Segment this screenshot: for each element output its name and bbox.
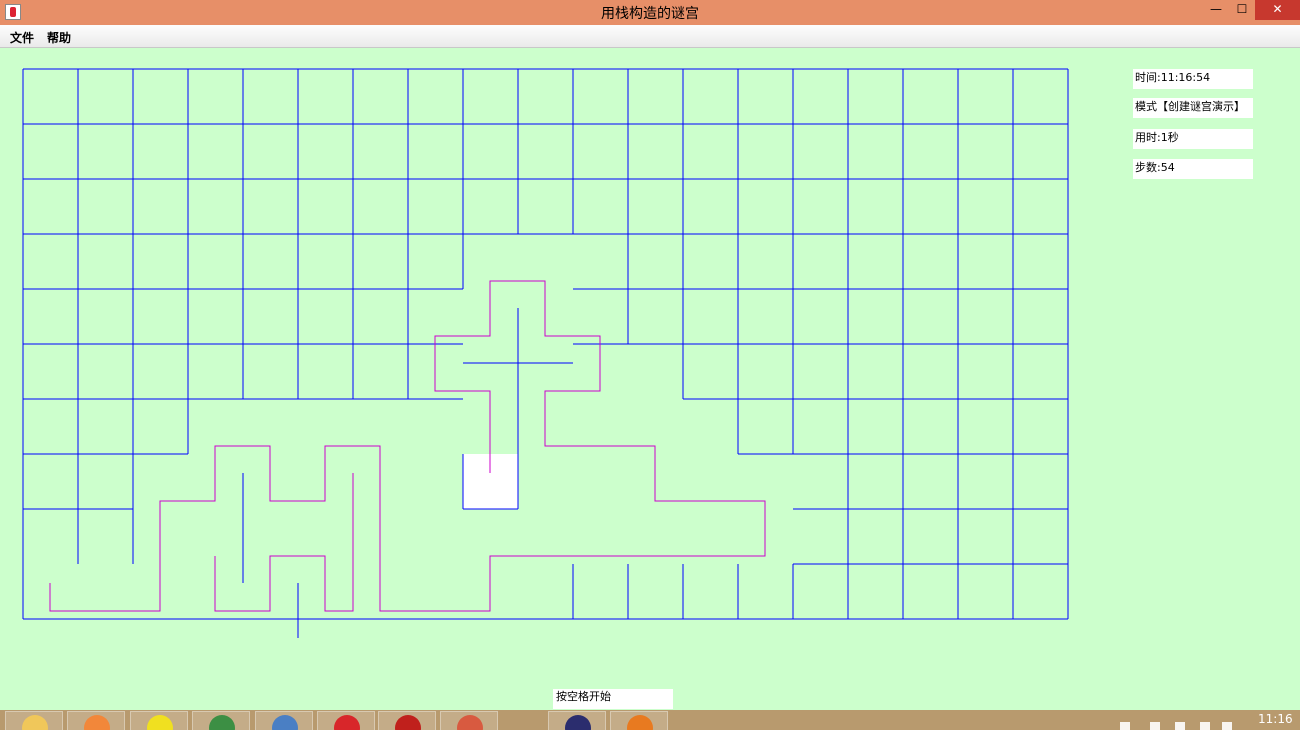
- taskbar-app[interactable]: [255, 711, 313, 730]
- app-window: 用栈构造的谜宫 — ☐ ✕ 文件 帮助 时间:11:16:54 模式【创建谜宫演…: [0, 0, 1300, 730]
- close-button[interactable]: ✕: [1255, 0, 1300, 20]
- file-explorer-icon: [22, 715, 48, 730]
- taskbar-app[interactable]: [130, 711, 188, 730]
- taskbar-app[interactable]: [378, 711, 436, 730]
- netease-music-icon: [334, 715, 360, 730]
- chrome-icon: [209, 715, 235, 730]
- player-icon: [147, 715, 173, 730]
- steps-display: 步数:54: [1133, 159, 1253, 179]
- maze-path-stub: [214, 473, 354, 612]
- notes-icon: [457, 715, 483, 730]
- maximize-button[interactable]: ☐: [1229, 0, 1255, 20]
- tasks-icon: [272, 715, 298, 730]
- taskbar-app[interactable]: [440, 711, 498, 730]
- tray-clock[interactable]: 11:16: [1258, 712, 1293, 726]
- maze-grid: [22, 68, 1069, 638]
- menu-help[interactable]: 帮助: [47, 29, 71, 46]
- ime-icon[interactable]: [1222, 722, 1232, 730]
- taskbar-app[interactable]: [5, 711, 63, 730]
- minimize-button[interactable]: —: [1203, 0, 1229, 20]
- java-app-icon: [627, 715, 653, 730]
- network-icon[interactable]: [1175, 722, 1185, 730]
- taskbar-app[interactable]: [67, 711, 125, 730]
- volume-icon[interactable]: [1120, 722, 1130, 730]
- start-hint: 按空格开始: [553, 689, 673, 709]
- menu-bar: 文件 帮助: [0, 25, 1300, 48]
- maze-canvas[interactable]: 时间:11:16:54 模式【创建谜宫演示】 用时:1秒 步数:54 按空格开始: [0, 48, 1300, 710]
- taskbar-app[interactable]: [610, 711, 668, 730]
- flag-icon[interactable]: [1150, 722, 1160, 730]
- eclipse-icon: [565, 715, 591, 730]
- battery-icon[interactable]: [1200, 722, 1210, 730]
- taskbar-app[interactable]: [317, 711, 375, 730]
- window-title: 用栈构造的谜宫: [601, 6, 699, 22]
- taskbar-app[interactable]: [192, 711, 250, 730]
- title-bar[interactable]: 用栈构造的谜宫 — ☐ ✕: [0, 0, 1300, 25]
- time-display: 时间:11:16:54: [1133, 69, 1253, 89]
- elapsed-display: 用时:1秒: [1133, 129, 1253, 149]
- mode-display: 模式【创建谜宫演示】: [1133, 98, 1253, 118]
- media-app-icon: [84, 715, 110, 730]
- taskbar: 11:16: [0, 710, 1300, 730]
- pdf-reader-icon: [395, 715, 421, 730]
- taskbar-app[interactable]: [548, 711, 606, 730]
- menu-file[interactable]: 文件: [10, 29, 34, 46]
